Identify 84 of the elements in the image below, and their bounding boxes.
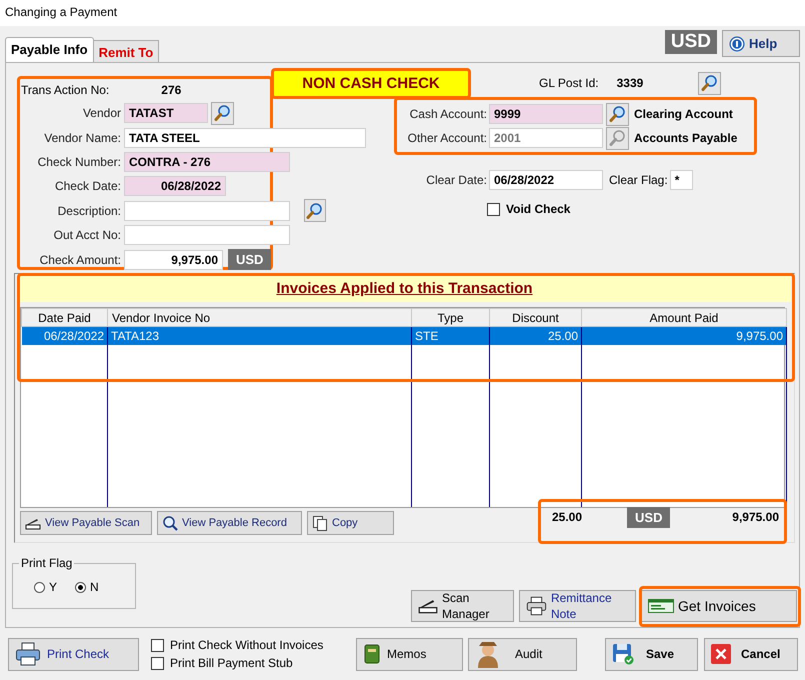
field-label: Description: [56,204,121,218]
input-field[interactable] [124,200,290,221]
checkbox-label: Print Check Without Invoices [170,638,324,652]
input-field[interactable]: TATAST [124,103,208,124]
radio-button[interactable] [75,582,86,592]
field-label: Check Amount: [38,252,121,267]
field-label: Check Date: [54,179,121,194]
tab[interactable]: Remit To [92,40,160,62]
account-name: Clearing Account [634,107,733,121]
memos-button[interactable]: Memos [356,638,463,670]
field-label: Vendor Name: [43,130,121,145]
table-cell: 9,975.00 [582,326,786,344]
gl-post-id: 3339 [616,76,644,90]
field-label: Cash Account: [408,107,487,121]
discount-total: 25.00 [552,510,582,524]
column-header[interactable]: Date Paid [22,308,108,326]
checkbox[interactable] [151,656,164,670]
cancel-button[interactable]: Cancel [704,638,798,670]
transaction-number: 276 [161,83,182,97]
input-field[interactable]: 9999 [489,104,603,124]
checkbox-label: Print Bill Payment Stub [170,656,293,670]
close-icon [711,644,731,664]
input-field[interactable] [124,225,290,246]
checkbox-label: Void Check [506,202,570,216]
currency-badge: USD [664,30,717,54]
field-label: Clear Date: [425,173,487,187]
column-header[interactable]: Vendor Invoice No [108,308,412,326]
help-icon [729,36,745,52]
save-button[interactable]: Save [605,638,698,670]
table-cell: TATA123 [108,326,412,344]
currency-badge: USD [627,506,670,528]
book-icon [363,644,381,664]
input-field[interactable]: 9,975.00 [124,250,223,270]
window-title: Changing a Payment [5,5,118,19]
input-field[interactable]: * [670,170,693,190]
field-label: Vendor [82,106,121,120]
magnifier-icon [162,515,178,531]
action-button[interactable]: Scan Manager [411,590,514,622]
input-field[interactable]: 06/28/2022 [124,176,226,196]
radio-label: Y [49,580,58,594]
column-header[interactable]: Type [412,308,490,326]
amount-total: 9,975.00 [732,510,779,524]
grid-title: Invoices Applied to this Transaction [276,280,533,297]
currency-badge: USD [228,249,272,270]
person-icon [475,640,501,668]
table-cell: STE [412,326,490,344]
table-cell: 06/28/2022 [22,326,108,344]
audit-button[interactable]: Audit [468,638,577,670]
search-button[interactable] [606,102,629,126]
checkbox[interactable] [487,202,500,216]
tab[interactable]: Payable Info [5,37,94,62]
input-field[interactable]: 06/28/2022 [489,170,603,190]
checkbox[interactable] [151,638,164,652]
field-label: Trans Action No: [21,83,110,97]
column-header[interactable]: Discount [490,308,582,326]
print-check-button[interactable]: Print Check [8,638,139,670]
search-button[interactable] [211,102,234,125]
help-button[interactable]: Help [722,30,800,57]
column-header[interactable]: Amount Paid [582,308,786,326]
search-button[interactable] [698,72,722,94]
account-name: Accounts Payable [634,131,738,145]
radio-button[interactable] [34,582,45,592]
field-label: Out Acct No: [52,228,121,242]
radio-label: N [90,580,99,594]
scanner-icon [25,516,41,530]
table-cell: 25.00 [490,326,582,344]
field-label: Other Account: [406,131,487,145]
action-button[interactable]: Get Invoices [641,590,797,622]
toolbar-button[interactable]: Copy [307,511,394,535]
check-icon [648,599,674,613]
field-label: GL Post Id: [539,76,599,90]
toolbar-button[interactable]: View Payable Record [157,511,302,535]
toolbar-button[interactable]: View Payable Scan [20,511,152,535]
input-field[interactable]: CONTRA - 276 [124,152,290,172]
group-title: Print Flag [19,556,74,570]
field-label: Check Number: [36,154,121,169]
copy-icon [312,515,328,531]
printer-icon [526,595,547,617]
action-button[interactable]: Remittance Note [519,590,636,622]
printer-icon [15,642,41,666]
status-banner: NON CASH CHECK [271,68,471,98]
field-label: Clear Flag: [609,173,668,187]
search-button[interactable] [304,199,326,222]
input-field[interactable]: TATA STEEL [124,128,366,148]
